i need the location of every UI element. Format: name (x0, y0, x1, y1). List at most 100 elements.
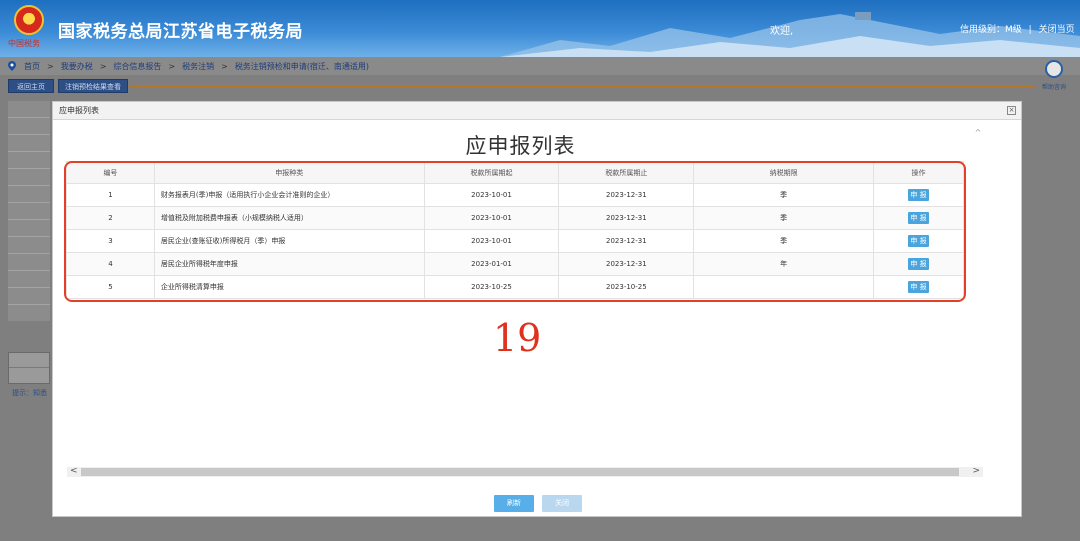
table-row: 4 居民企业所得税年度申报 2023-01-01 2023-12-31 年 申 … (66, 252, 964, 276)
sidebar-box (8, 352, 50, 384)
scroll-left-icon[interactable]: < (70, 466, 78, 476)
precheck-result-button[interactable]: 注销预检结果查看 (58, 79, 128, 93)
breadcrumb-current: 税务注销预检和申请(宿迁、南通适用) (234, 61, 370, 71)
row-type: 居民企业所得税年度申报 (153, 252, 425, 276)
back-home-button[interactable]: 返回主页 (8, 79, 54, 93)
sidebar-hint: 提示：知悉 (12, 389, 47, 397)
column-header-period: 纳税期限 (693, 161, 875, 184)
declare-button[interactable]: 申 报 (908, 281, 930, 293)
emblem-caption: 中国税务 (8, 39, 40, 48)
tax-emblem-logo (14, 5, 44, 35)
breadcrumb-home[interactable]: 首页 (24, 61, 40, 72)
modal-title: 应申报列表 (465, 134, 576, 158)
sidebar-row[interactable] (8, 135, 50, 152)
row-period: 季 (693, 206, 875, 230)
sidebar-row[interactable] (8, 152, 50, 169)
sidebar-row[interactable] (8, 169, 50, 186)
row-start: 2023-10-01 (423, 229, 560, 253)
breadcrumb-do-tax[interactable]: 我要办税 (61, 61, 93, 72)
sidebar-box-row[interactable] (9, 353, 49, 368)
left-sidebar (8, 101, 50, 321)
row-start: 2023-10-01 (423, 183, 560, 207)
avatar-label: 帮助咨询 (1042, 84, 1067, 91)
sidebar-row[interactable] (8, 186, 50, 203)
row-no: 1 (66, 183, 155, 207)
declare-button[interactable]: 申 报 (908, 189, 930, 201)
row-type: 财务报表月(季)申报（适用执行小企业会计准则的企业） (153, 183, 425, 207)
row-start: 2023-01-01 (423, 252, 560, 276)
table-row: 5 企业所得税清算申报 2023-10-25 2023-10-25 申 报 (66, 275, 964, 299)
scroll-right-icon[interactable]: > (972, 466, 980, 476)
sidebar-row[interactable] (8, 288, 50, 305)
breadcrumb-separator: > (168, 61, 176, 71)
breadcrumb: 首页 > 我要办税 > 综合信息报告 > 税务注销 > 税务注销预检和申请(宿迁… (0, 57, 1080, 75)
table-row: 1 财务报表月(季)申报（适用执行小企业会计准则的企业） 2023-10-01 … (66, 183, 964, 207)
site-title: 国家税务总局江苏省电子税务局 (58, 22, 303, 42)
column-header-start: 税款所属期起 (423, 161, 560, 184)
declare-button[interactable]: 申 报 (908, 258, 930, 270)
help-avatar[interactable]: 帮助咨询 (1036, 57, 1072, 95)
modal-close-icon[interactable]: × (1007, 106, 1016, 115)
sidebar-row[interactable] (8, 203, 50, 220)
table-row: 2 增值税及附加税费申报表（小规模纳税人适用） 2023-10-01 2023-… (66, 206, 964, 230)
row-end: 2023-12-31 (558, 183, 695, 207)
sidebar-row[interactable] (8, 254, 50, 271)
breadcrumb-deregistration[interactable]: 税务注销 (182, 61, 214, 72)
row-type: 企业所得税清算申报 (153, 275, 425, 299)
row-action-cell: 申 报 (873, 252, 964, 276)
modal-header: 应申报列表 × (53, 102, 1021, 120)
location-pin-icon (8, 61, 16, 71)
row-end: 2023-12-31 (558, 252, 695, 276)
breadcrumb-separator: > (47, 61, 54, 71)
row-no: 4 (66, 252, 155, 276)
breadcrumb-separator: > (99, 61, 107, 71)
row-type: 增值税及附加税费申报表（小规模纳税人适用） (153, 206, 425, 230)
credit-level: 信用级别：M级 (960, 25, 1022, 35)
declare-button[interactable]: 申 报 (908, 212, 930, 224)
declaration-table: 编号 申报种类 税款所属期起 税款所属期止 纳税期限 操作 1 财务报表月(季)… (66, 161, 964, 299)
credit-area: 信用级别：M级 | 关闭当页 (960, 22, 1075, 35)
toolbar-divider (130, 86, 1035, 87)
modal-header-title: 应申报列表 (59, 106, 99, 115)
row-period: 季 (693, 229, 875, 253)
scroll-up-icon[interactable]: ^ (973, 128, 983, 137)
row-action-cell: 申 报 (873, 275, 964, 299)
site-header: 中国税务 国家税务总局江苏省电子税务局 欢迎, 信用级别：M级 | 关闭当页 (0, 0, 1080, 57)
welcome-text: 欢迎, (770, 26, 794, 37)
declaration-list-modal: 应申报列表 × 应申报列表 编号 申报种类 税款所属期起 税款所属期止 纳税期限… (52, 101, 1022, 517)
column-header-type: 申报种类 (153, 161, 425, 184)
row-end: 2023-12-31 (558, 206, 695, 230)
row-end: 2023-10-25 (558, 275, 695, 299)
declare-button[interactable]: 申 报 (908, 235, 930, 247)
sidebar-row[interactable] (8, 220, 50, 237)
sidebar-row[interactable] (8, 118, 50, 135)
row-action-cell: 申 报 (873, 183, 964, 207)
row-no: 5 (66, 275, 155, 299)
sidebar-row[interactable] (8, 271, 50, 288)
breadcrumb-separator: > (221, 61, 228, 71)
column-header-end: 税款所属期止 (558, 161, 695, 184)
refresh-button[interactable]: 刷新 (494, 495, 534, 512)
sidebar-row[interactable] (8, 101, 50, 118)
close-page-link[interactable]: 关闭当页 (1039, 25, 1075, 35)
breadcrumb-info-report[interactable]: 综合信息报告 (113, 61, 161, 72)
close-button[interactable]: 关闭 (542, 495, 582, 512)
row-period (693, 275, 875, 299)
row-no: 2 (66, 206, 155, 230)
header-separator: | (1028, 25, 1032, 35)
row-period: 季 (693, 183, 875, 207)
annotation-number: 19 (493, 316, 542, 360)
row-start: 2023-10-01 (423, 206, 560, 230)
table-row: 3 居民企业(查账征收)所得税月（季）申报 2023-10-01 2023-12… (66, 229, 964, 253)
row-action-cell: 申 报 (873, 229, 964, 253)
row-type: 居民企业(查账征收)所得税月（季）申报 (153, 229, 425, 253)
horizontal-scrollbar[interactable]: < > (67, 466, 983, 477)
column-header-no: 编号 (66, 161, 155, 184)
row-no: 3 (66, 229, 155, 253)
sidebar-row[interactable] (8, 237, 50, 254)
scrollbar-thumb[interactable] (81, 468, 959, 476)
row-start: 2023-10-25 (423, 275, 560, 299)
row-action-cell: 申 报 (873, 206, 964, 230)
vertical-scrollbar[interactable]: ^ (973, 128, 983, 466)
table-header-row: 编号 申报种类 税款所属期起 税款所属期止 纳税期限 操作 (66, 161, 964, 184)
